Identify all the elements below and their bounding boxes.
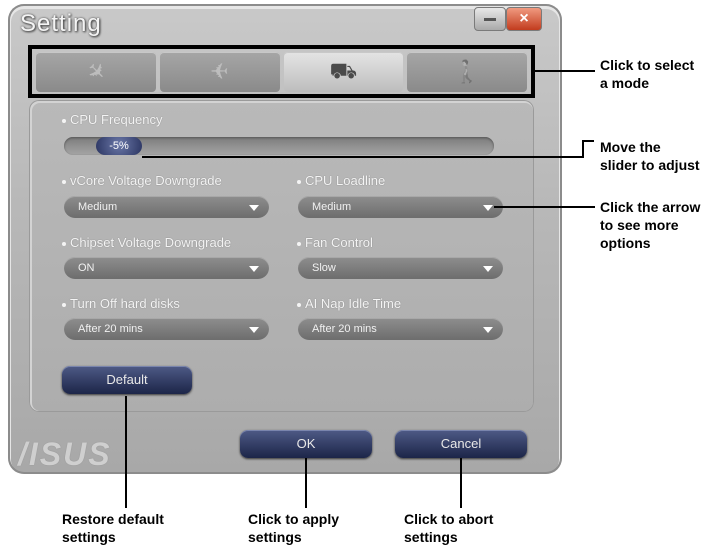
tab-mode-4[interactable]: 🚶 <box>407 52 527 92</box>
chevron-down-icon <box>249 266 259 272</box>
tab-mode-3[interactable]: ⛟ <box>283 52 404 92</box>
chevron-down-icon <box>483 266 493 272</box>
callout-arrow: Click the arrow to see more options <box>600 199 701 251</box>
callout-restore: Restore default settings <box>62 511 164 545</box>
minimize-icon <box>484 18 496 21</box>
asus-logo: /ISUS <box>18 436 112 472</box>
callout-select-mode: Click to select a mode <box>600 57 695 91</box>
callout-line-default <box>125 396 127 508</box>
callout-apply: Click to apply settings <box>248 511 340 545</box>
chevron-down-icon <box>249 327 259 333</box>
minimize-button[interactable] <box>474 7 506 31</box>
ai-nap-dropdown[interactable]: After 20 mins <box>298 318 503 340</box>
fan-control-label: Fan Control <box>297 235 373 250</box>
cpu-frequency-slider-thumb[interactable]: -5% <box>96 137 142 155</box>
walking-icon: 🚶 <box>453 59 481 84</box>
chipset-label: Chipset Voltage Downgrade <box>62 235 231 250</box>
tab-mode-2[interactable]: ✈ <box>159 52 280 92</box>
callout-line-cancel <box>460 458 462 508</box>
chipset-dropdown[interactable]: ON <box>64 257 269 279</box>
ai-nap-label: AI Nap Idle Time <box>297 296 401 311</box>
callout-line-slider-end <box>582 140 594 142</box>
chevron-down-icon <box>483 205 493 211</box>
callout-slider: Move the slider to adjust <box>600 139 700 173</box>
callout-line-slider-h <box>142 156 582 158</box>
default-button[interactable]: Default <box>62 366 192 394</box>
cpu-loadline-dropdown[interactable]: Medium <box>298 196 503 218</box>
chevron-down-icon <box>483 327 493 333</box>
car-icon: ⛟ <box>329 57 358 83</box>
callout-line-slider-v <box>582 140 584 158</box>
callout-abort: Click to abort settings <box>404 511 494 545</box>
ok-button[interactable]: OK <box>240 430 372 458</box>
chevron-down-icon <box>249 205 259 211</box>
airplane-icon: ✈ <box>210 59 229 84</box>
vcore-dropdown[interactable]: Medium <box>64 196 269 218</box>
tab-mode-1[interactable]: ✈ <box>36 52 156 92</box>
fan-control-dropdown[interactable]: Slow <box>298 257 503 279</box>
close-button[interactable]: × <box>506 7 542 31</box>
callout-line-arrow <box>494 206 595 208</box>
vcore-label: vCore Voltage Downgrade <box>62 173 222 188</box>
close-icon: × <box>519 10 529 27</box>
cpu-loadline-label: CPU Loadline <box>297 173 385 188</box>
cancel-button[interactable]: Cancel <box>395 430 527 458</box>
callout-line-ok <box>305 458 307 508</box>
cpu-frequency-label: CPU Frequency <box>62 112 162 127</box>
callout-line-mode <box>535 70 595 72</box>
hard-disks-dropdown[interactable]: After 20 mins <box>64 318 269 340</box>
mode-tabs: ✈ ✈ ⛟ 🚶 <box>36 52 527 92</box>
hard-disks-label: Turn Off hard disks <box>62 296 180 311</box>
satellite-icon: ✈ <box>80 56 112 88</box>
window-title: Setting <box>20 10 102 37</box>
